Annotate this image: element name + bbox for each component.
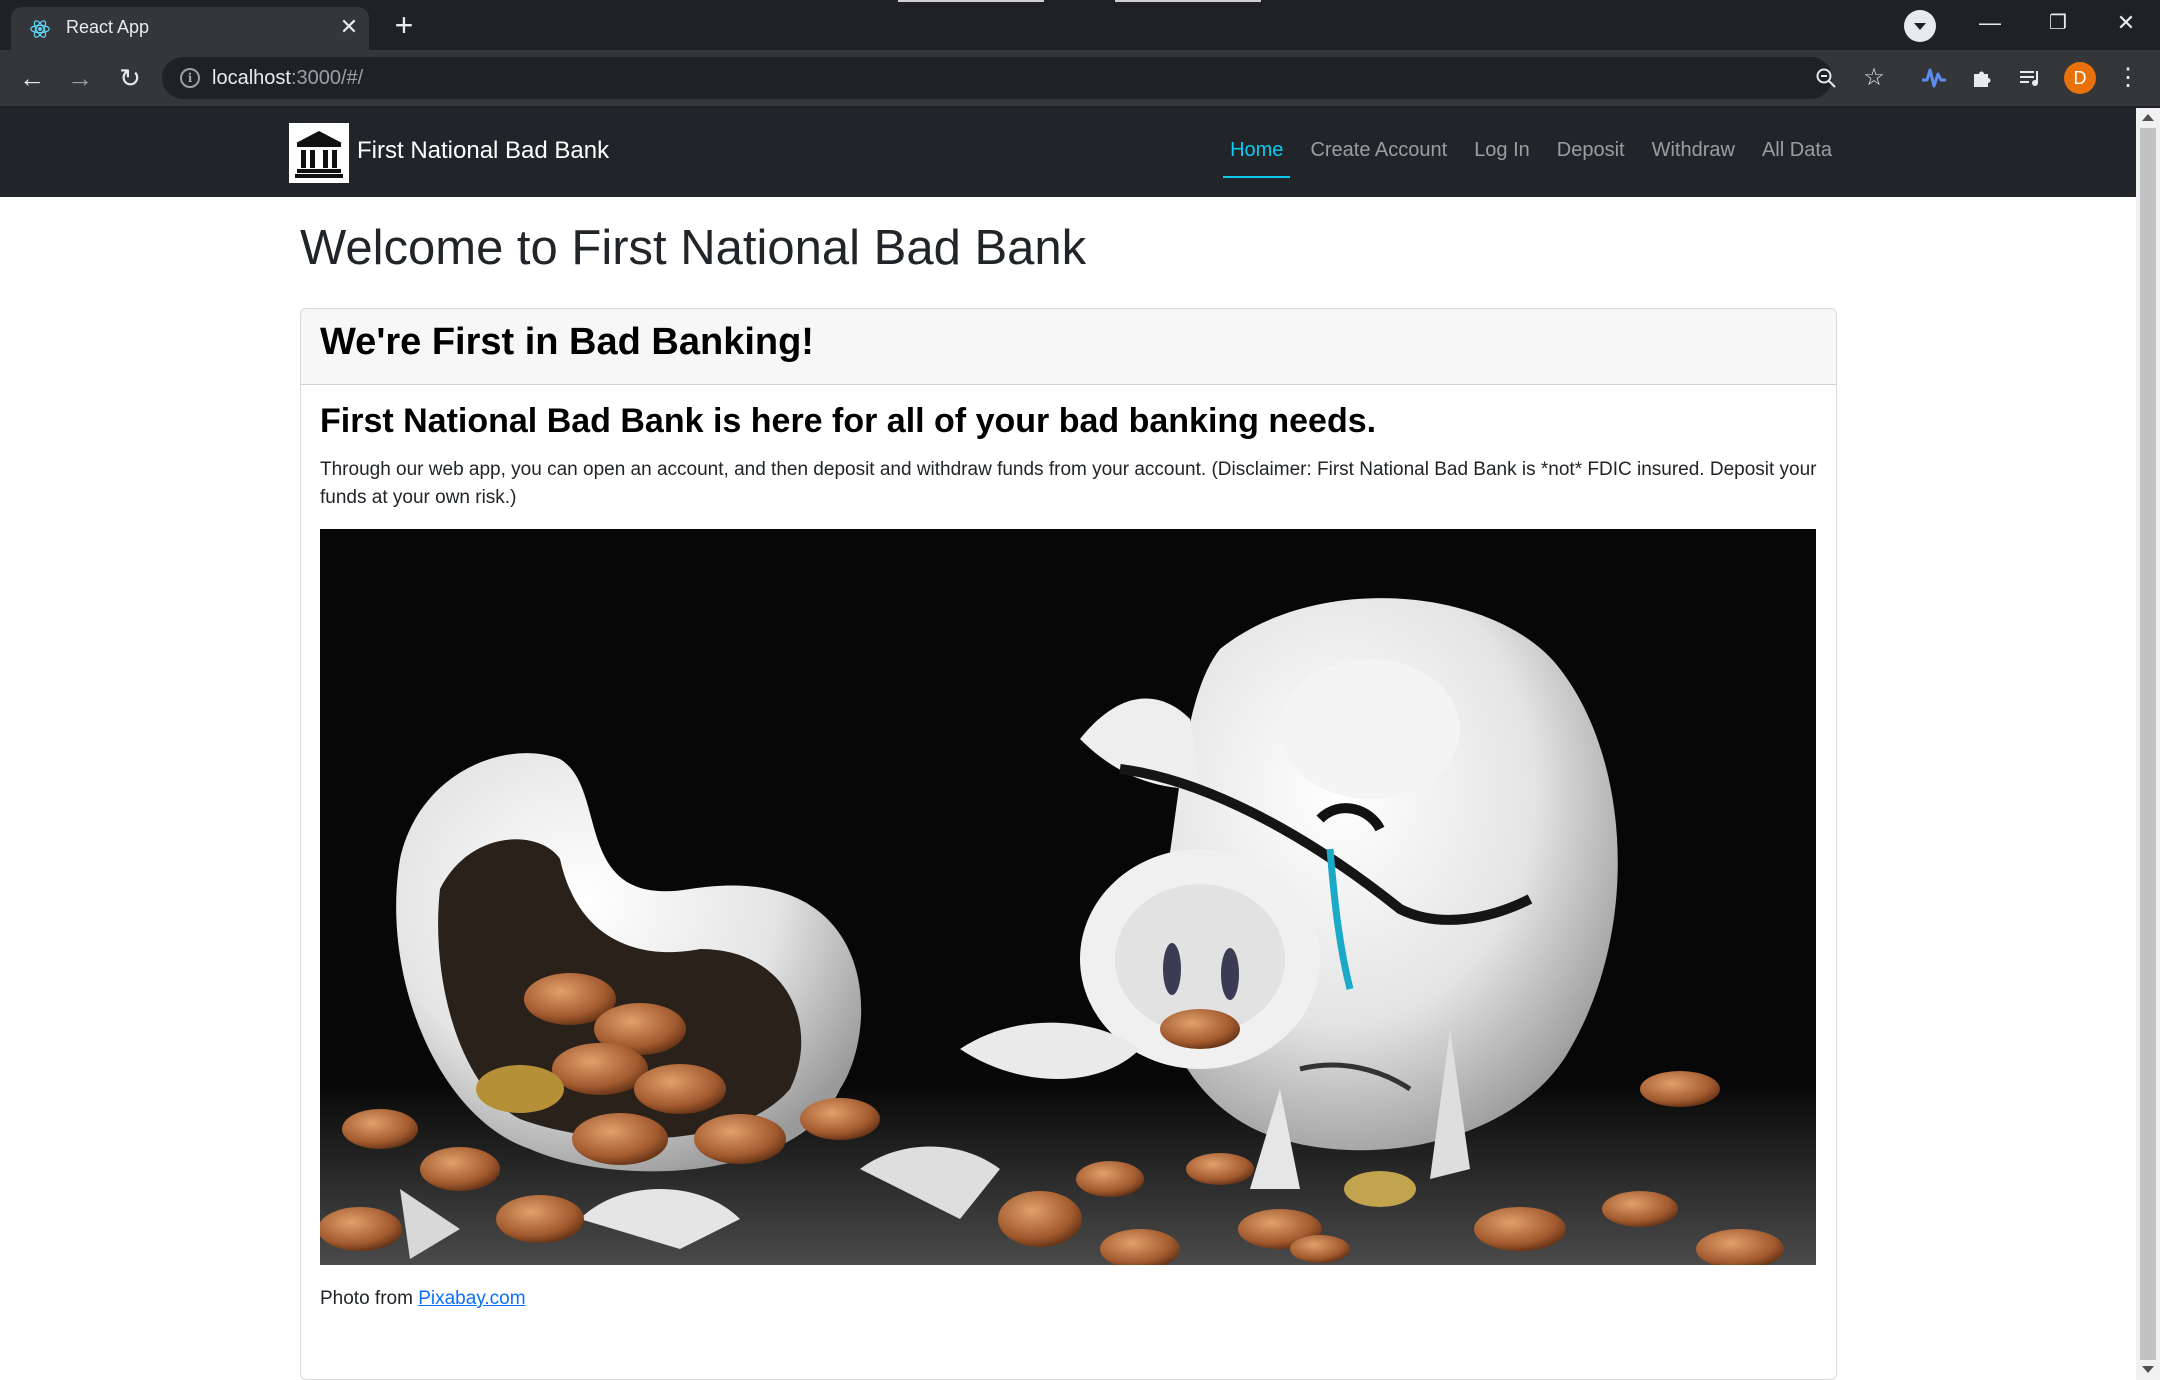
broken-piggy-bank-photo [320, 529, 1816, 1265]
restore-icon[interactable]: ❐ [2024, 0, 2092, 50]
nav-withdraw[interactable]: Withdraw [1648, 139, 1739, 162]
reload-icon[interactable]: ↻ [112, 60, 148, 96]
nav-create-account[interactable]: Create Account [1306, 139, 1451, 162]
nav-deposit[interactable]: Deposit [1553, 139, 1629, 162]
zoom-icon[interactable] [1810, 62, 1842, 94]
nav-links: Home Create Account Log In Deposit Withd… [1223, 139, 1836, 178]
tab-title: React App [66, 17, 150, 37]
bank-building-icon [289, 123, 349, 183]
nav-home[interactable]: Home [1223, 139, 1291, 178]
page-scrollbar[interactable] [2136, 108, 2160, 1380]
pixabay-link[interactable]: Pixabay.com [418, 1288, 525, 1309]
welcome-card: We're First in Bad Banking! First Nation… [300, 308, 1837, 1380]
page-viewport: First National Bad Bank Home Create Acco… [0, 108, 2136, 1380]
browser-toolbar: ← → ↻ i localhost:3000/#/ ☆ D ⋮ [0, 50, 2160, 106]
tab-groups-deco [898, 0, 1044, 2]
nav-all-data[interactable]: All Data [1758, 139, 1836, 162]
tab-groups-deco [1115, 0, 1261, 2]
site-info-icon[interactable]: i [180, 68, 200, 88]
media-queue-icon[interactable] [2014, 62, 2046, 94]
browser-tab[interactable]: React App ✕ [11, 7, 369, 50]
nav-login[interactable]: Log In [1470, 139, 1534, 162]
photo-credit: Photo from Pixabay.com [320, 1288, 526, 1309]
address-bar[interactable]: i localhost:3000/#/ [162, 57, 1832, 99]
close-tab-icon[interactable]: ✕ [337, 15, 361, 39]
brand-name: First National Bad Bank [357, 137, 610, 164]
browser-tabstrip: React App ✕ + — ❐ ✕ [0, 0, 2160, 50]
react-logo-icon [30, 20, 50, 38]
bookmark-star-icon[interactable]: ☆ [1858, 62, 1890, 94]
new-tab-button[interactable]: + [388, 9, 420, 42]
forward-arrow-icon[interactable]: → [62, 60, 98, 96]
media-control-icon[interactable] [1904, 10, 1936, 42]
browser-menu-icon[interactable]: ⋮ [2112, 62, 2144, 94]
extensions-puzzle-icon[interactable] [1966, 62, 1998, 94]
back-arrow-icon[interactable]: ← [14, 60, 50, 96]
card-text: Through our web app, you can open an acc… [320, 459, 1817, 508]
extension-wave-icon[interactable] [1918, 62, 1950, 94]
card-title: First National Bad Bank is here for all … [320, 402, 1377, 440]
card-header: We're First in Bad Banking! [301, 309, 1836, 385]
minimize-icon[interactable]: — [1956, 0, 2024, 50]
page-title: Welcome to First National Bad Bank [300, 221, 1087, 275]
scroll-down-icon[interactable] [2142, 1366, 2154, 1373]
card-header-title: We're First in Bad Banking! [320, 321, 814, 363]
scroll-up-icon[interactable] [2142, 114, 2154, 121]
url-text[interactable]: localhost:3000/#/ [212, 67, 363, 90]
site-navbar: First National Bad Bank Home Create Acco… [0, 108, 2136, 197]
scroll-thumb[interactable] [2140, 128, 2156, 1360]
profile-avatar[interactable]: D [2064, 62, 2096, 94]
window-close-icon[interactable]: ✕ [2092, 0, 2160, 50]
